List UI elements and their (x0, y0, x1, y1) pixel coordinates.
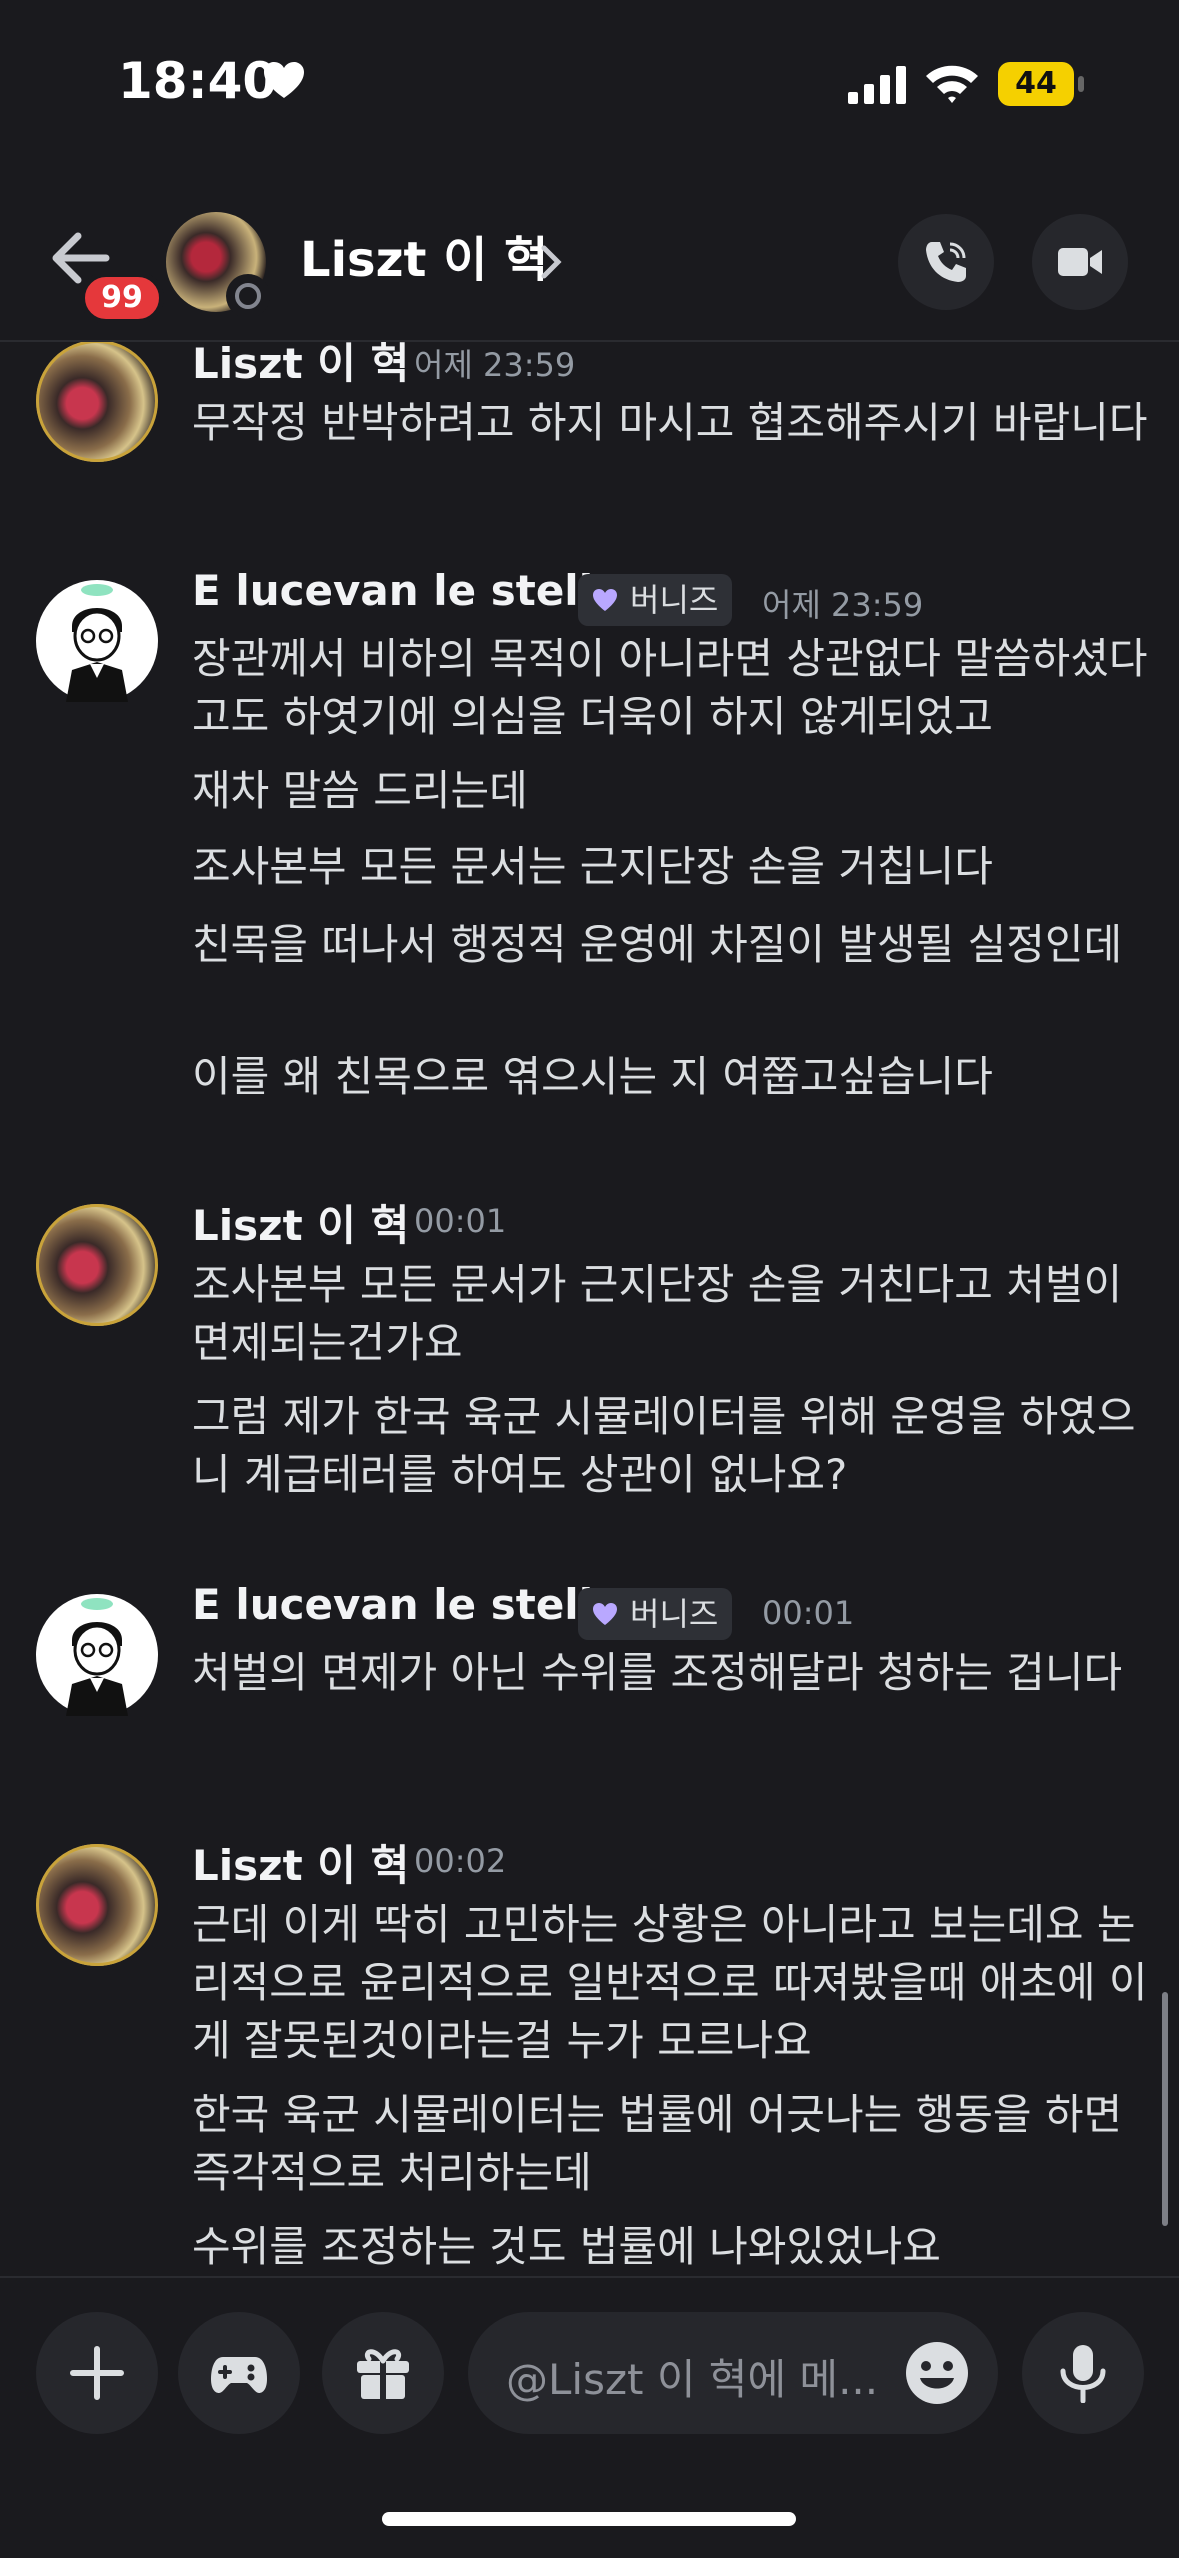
message-text: 한국 육군 시뮬레이터는 법률에 어긋나는 행동을 하면 즉각적으로 처리하는데 (192, 2090, 1123, 2197)
status-bar: 18:40 44 (0, 0, 1179, 170)
message-timestamp: 어제 23:59 (762, 586, 924, 624)
message-input-placeholder: @Liszt 이 혁에 메... (506, 2355, 879, 2404)
message-text: 처벌의 면제가 아닌 수위를 조정해달라 청하는 겁니다 (192, 1648, 1123, 1697)
author-avatar[interactable] (36, 580, 158, 702)
offline-status-icon (226, 274, 270, 318)
author-avatar[interactable] (36, 1844, 158, 1966)
emoji-icon[interactable] (904, 2340, 970, 2406)
message-text: 그럼 제가 한국 육군 시뮬레이터를 위해 운영을 하였으니 계급테러를 하여도… (192, 1392, 1136, 1499)
add-attachment-button[interactable] (36, 2312, 158, 2434)
author-name[interactable]: Liszt 이 혁 (192, 1832, 409, 1893)
microphone-icon (1060, 2345, 1106, 2403)
gift-button[interactable] (322, 2312, 444, 2434)
author-name[interactable]: Liszt 이 혁 (192, 342, 409, 391)
message-text: 조사본부 모든 문서는 근지단장 손을 거칩니다 (192, 842, 993, 891)
message-text: 이를 왜 친목으로 엮으시는 지 여쭙고싶습니다 (192, 1052, 993, 1101)
home-indicator[interactable] (382, 2512, 796, 2526)
plus-icon (70, 2346, 124, 2400)
author-name[interactable]: Liszt 이 혁 (192, 1192, 409, 1253)
message-timestamp: 어제 23:59 (414, 346, 576, 384)
video-camera-icon (1058, 248, 1102, 276)
author-avatar[interactable] (36, 342, 158, 462)
message-list[interactable]: Liszt 이 혁 어제 23:59 무작정 반박하려고 하지 마시고 협조해주… (0, 342, 1179, 2276)
message-timestamp: 00:02 (414, 1842, 507, 1880)
heart-gem-icon (593, 1603, 617, 1625)
author-name[interactable]: E lucevan le stelle (192, 1580, 622, 1629)
message-text: 조사본부 모든 문서가 근지단장 손을 거친다고 처벌이 면제되는건가요 (192, 1260, 1123, 1367)
heart-icon (264, 62, 304, 98)
battery-indicator: 44 (998, 62, 1074, 106)
server-tag[interactable]: 버니즈 (578, 574, 733, 626)
message-text: 무작정 반박하려고 하지 마시고 협조해주시기 바랍니다 (192, 398, 1148, 447)
message-text: 친목을 떠나서 행정적 운영에 차질이 발생될 실정인데 (192, 920, 1123, 969)
battery-level: 44 (1015, 66, 1057, 101)
author-avatar[interactable] (36, 1204, 158, 1326)
message-timestamp: 00:01 (414, 1202, 507, 1240)
author-name[interactable]: E lucevan le stelle (192, 566, 622, 615)
message-text: 장관께서 비하의 목적이 아니라면 상관없다 말씀하셨다고도 하엿기에 의심을 … (192, 634, 1148, 741)
gift-icon (357, 2349, 409, 2399)
heart-gem-icon (593, 589, 617, 611)
cartoon-avatar-icon (66, 1598, 128, 1716)
message-input[interactable]: @Liszt 이 혁에 메... (468, 2312, 998, 2434)
message-timestamp: 00:01 (762, 1594, 855, 1632)
chevron-right-icon[interactable] (540, 244, 562, 280)
wifi-icon (926, 65, 978, 103)
phone-icon (926, 242, 966, 282)
video-call-button[interactable] (1032, 214, 1128, 310)
activities-button[interactable] (178, 2312, 300, 2434)
message-text: 근데 이게 딱히 고민하는 상황은 아니라고 보는데요 논리적으로 윤리적으로 … (192, 1900, 1148, 2065)
dm-title[interactable]: Liszt 이 혁 (300, 220, 548, 290)
voice-message-button[interactable] (1022, 2312, 1144, 2434)
unread-count-badge: 99 (80, 272, 164, 324)
clock: 18:40 (118, 52, 278, 110)
voice-call-button[interactable] (898, 214, 994, 310)
cartoon-avatar-icon (66, 584, 128, 702)
scrollbar-thumb[interactable] (1162, 1992, 1168, 2226)
dm-header: 99 Liszt 이 혁 (0, 190, 1179, 342)
cellular-signal-icon (848, 66, 906, 104)
server-tag-label: 버니즈 (630, 581, 719, 619)
game-controller-icon (211, 2357, 267, 2393)
server-tag[interactable]: 버니즈 (578, 1588, 733, 1640)
battery-tip (1078, 76, 1084, 92)
author-avatar[interactable] (36, 1594, 158, 1716)
message-text: 수위를 조정하는 것도 법률에 나와있었나요 (192, 2222, 941, 2271)
message-text: 재차 말씀 드리는데 (192, 766, 528, 815)
server-tag-label: 버니즈 (630, 1595, 719, 1633)
